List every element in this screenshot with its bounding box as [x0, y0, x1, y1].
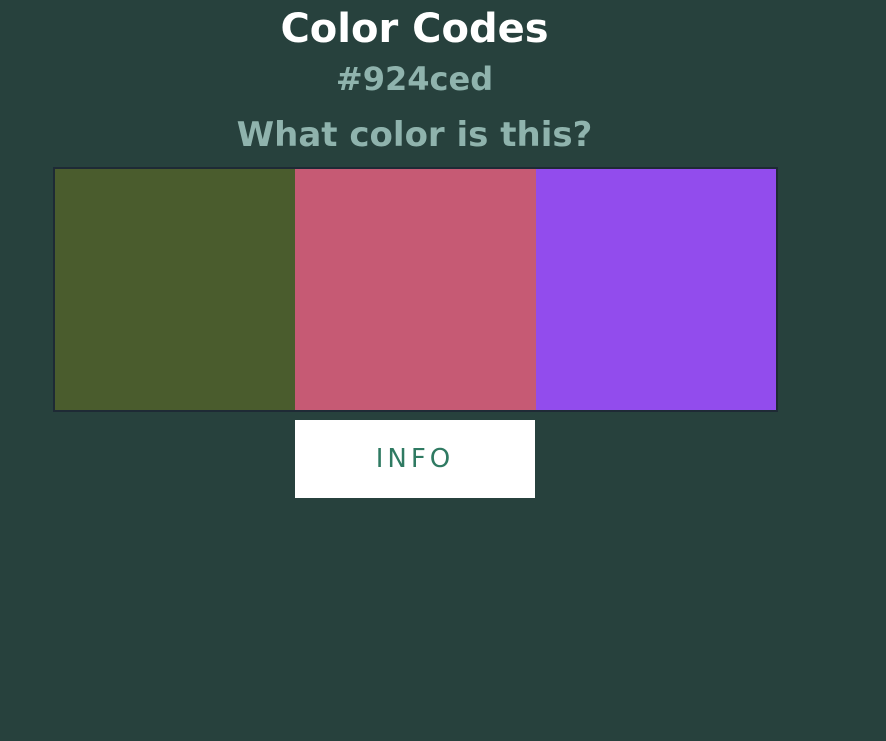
color-option-1[interactable]: [55, 169, 296, 410]
color-options: [53, 167, 778, 412]
info-button[interactable]: INFO: [295, 420, 535, 498]
color-option-2[interactable]: [295, 169, 536, 410]
question-text: What color is this?: [236, 115, 593, 155]
hex-code: #924ced: [335, 60, 494, 98]
page-title: Color Codes: [280, 6, 549, 52]
color-option-3[interactable]: [535, 169, 776, 410]
